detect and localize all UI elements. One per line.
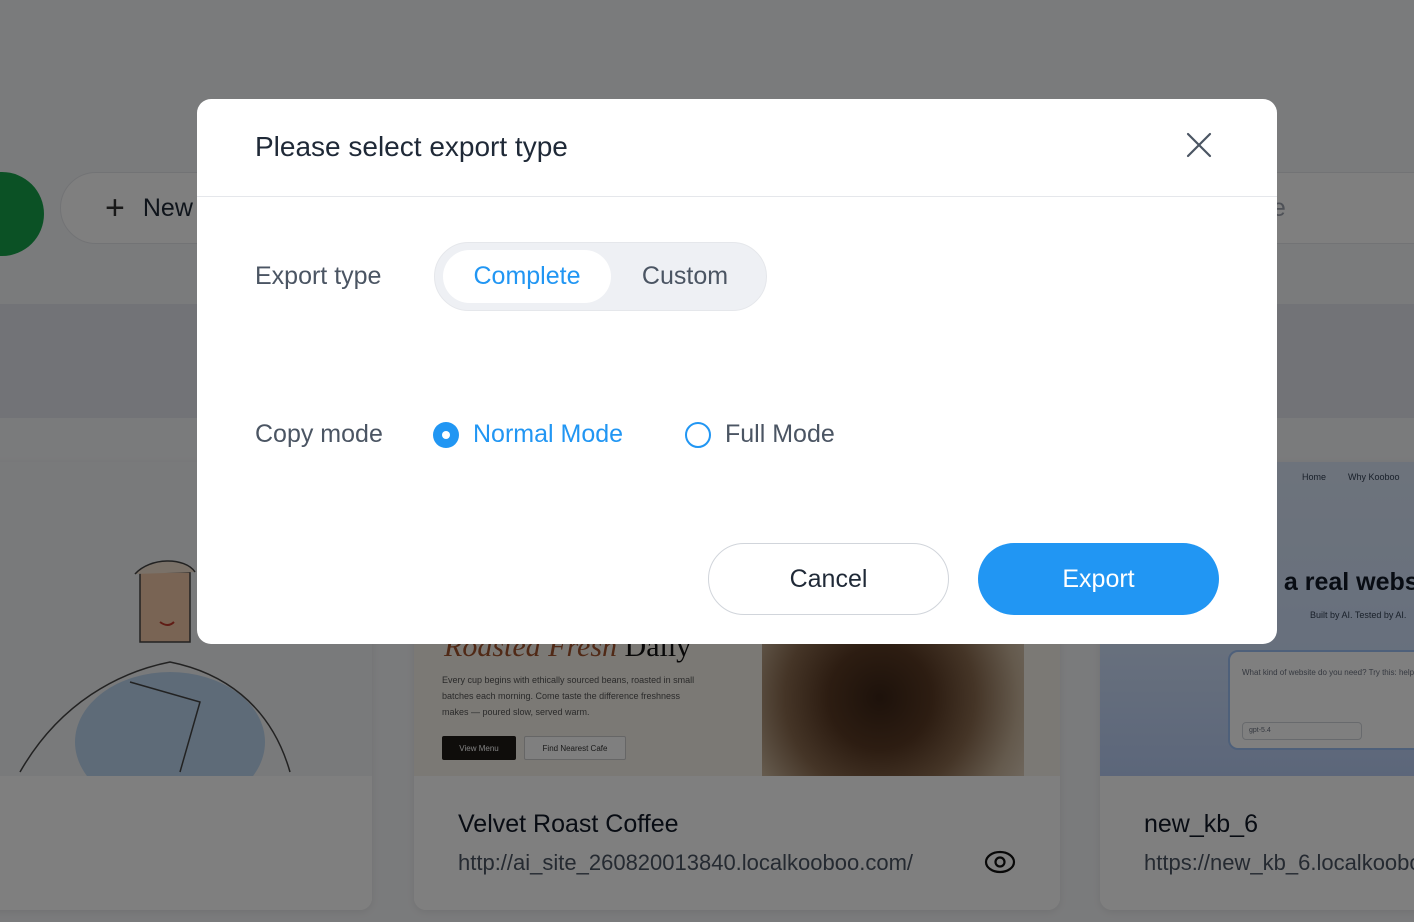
close-button[interactable] [1181, 127, 1217, 163]
dialog-header: Please select export type [197, 99, 1277, 197]
copy-mode-full-radio[interactable]: Full Mode [685, 420, 835, 449]
copy-mode-full-label: Full Mode [725, 420, 835, 448]
export-button[interactable]: Export [978, 543, 1219, 615]
copy-mode-normal-radio[interactable]: Normal Mode [433, 420, 623, 449]
radio-checked-icon [433, 421, 459, 448]
copy-mode-label: Copy mode [255, 420, 383, 448]
export-type-label: Export type [255, 262, 382, 290]
copy-mode-normal-label: Normal Mode [473, 420, 624, 448]
export-type-toggle: Complete Custom [434, 242, 767, 311]
export-type-complete[interactable]: Complete [443, 250, 611, 303]
radio-unchecked-icon [685, 421, 711, 448]
export-type-custom[interactable]: Custom [615, 250, 755, 303]
dialog-title: Please select export type [255, 131, 568, 162]
cancel-button[interactable]: Cancel [708, 543, 949, 615]
export-type-dialog: Please select export type Export type Co… [197, 99, 1277, 644]
close-icon [1186, 132, 1212, 158]
